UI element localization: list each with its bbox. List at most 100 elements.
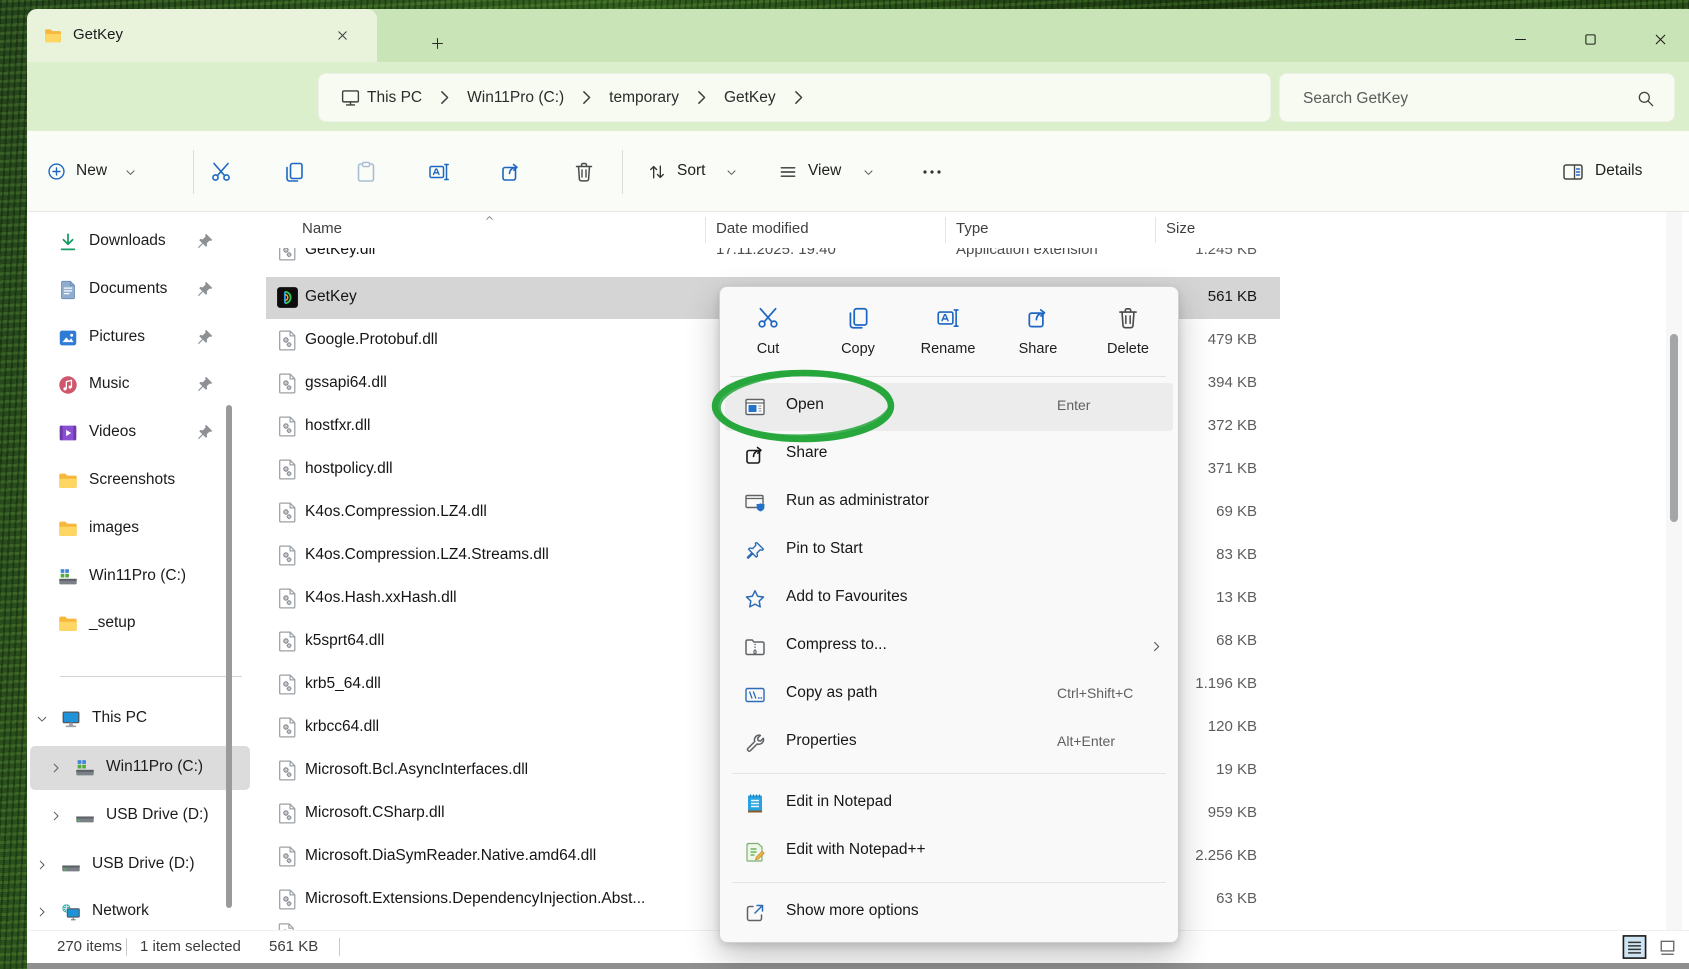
status-divider — [339, 938, 340, 956]
delete-button[interactable] — [562, 150, 606, 194]
file-row[interactable]: GetKey.dll17.11.2025. 19:40Application e… — [266, 248, 1280, 269]
context-quick-delete[interactable]: Delete — [1088, 299, 1168, 369]
icons-view-toggle[interactable] — [1657, 938, 1678, 958]
sidebar-tree-win11pro-c-[interactable]: Win11Pro (C:) — [30, 746, 250, 790]
search-box[interactable] — [1279, 73, 1675, 122]
context-menu-item-edit-with-notepad[interactable]: Edit with Notepad++ — [725, 828, 1173, 876]
sidebar-item-screenshots[interactable]: Screenshots — [30, 459, 250, 503]
breadcrumb: This PC Win11Pro (C:) temporary GetKey — [361, 87, 815, 108]
details-pane-button[interactable]: Details — [1557, 150, 1677, 194]
column-divider[interactable] — [705, 217, 706, 243]
context-menu-item-run-as-administrator[interactable]: Run as administrator — [725, 479, 1173, 527]
column-divider[interactable] — [945, 217, 946, 243]
column-header-name[interactable]: Name — [302, 220, 342, 237]
context-menu-item-add-to-favourites[interactable]: Add to Favourites — [725, 575, 1173, 623]
file-list-scrollbar-thumb[interactable] — [1670, 334, 1678, 522]
new-tab-button[interactable] — [429, 35, 446, 52]
context-quick-label: Cut — [728, 341, 808, 357]
context-menu-item-compress-to[interactable]: Compress to... — [725, 623, 1173, 671]
toolbar-divider — [622, 150, 623, 194]
cut-button[interactable] — [199, 150, 243, 194]
cut-icon — [755, 305, 781, 331]
monitor-icon — [340, 87, 361, 108]
breadcrumb-item[interactable]: GetKey — [724, 89, 776, 107]
search-input[interactable] — [1301, 74, 1615, 123]
rename-button[interactable] — [417, 150, 461, 194]
sidebar-item-documents[interactable]: Documents — [30, 268, 250, 312]
file-name: Microsoft.DiaSymReader.Native.amd64.dll — [305, 847, 596, 865]
sidebar-scrollbar[interactable] — [226, 405, 232, 908]
explorer-tab[interactable]: GetKey — [27, 9, 377, 62]
context-menu-item-open[interactable]: OpenEnter — [725, 383, 1173, 431]
sidebar-item-music[interactable]: Music — [30, 363, 250, 407]
videos-icon — [57, 422, 79, 444]
sort-button[interactable]: Sort — [637, 150, 745, 194]
dll-icon — [275, 371, 300, 396]
sidebar-item-label: USB Drive (D:) — [106, 806, 208, 824]
maximize-button[interactable] — [1582, 31, 1599, 48]
context-menu-item-copy-as-path[interactable]: Copy as pathCtrl+Shift+C — [725, 671, 1173, 719]
sidebar-item-win11pro-c-[interactable]: Win11Pro (C:) — [30, 555, 250, 599]
column-headers: Name Date modified Type Size — [253, 212, 1663, 248]
context-menu-item-share[interactable]: Share — [725, 431, 1173, 479]
paste-icon — [354, 160, 378, 184]
sidebar-tree-network[interactable]: Network — [30, 890, 250, 934]
sidebar-item-pictures[interactable]: Pictures — [30, 316, 250, 360]
context-menu-item-pin-to-start[interactable]: Pin to Start — [725, 527, 1173, 575]
details-view-toggle[interactable] — [1620, 933, 1649, 961]
sidebar-tree-usb-drive-d-[interactable]: USB Drive (D:) — [30, 843, 250, 887]
sidebar-item-label: Win11Pro (C:) — [89, 567, 186, 585]
dll-icon — [275, 672, 300, 697]
pin-icon — [194, 327, 215, 348]
sidebar-tree-this-pc[interactable]: This PC — [30, 697, 250, 741]
column-header-date-modified[interactable]: Date modified — [716, 220, 809, 237]
share-button[interactable] — [489, 150, 533, 194]
view-button[interactable]: View — [768, 150, 880, 194]
file-date-modified: 17.11.2025. 19:40 — [716, 248, 836, 258]
context-menu-item-properties[interactable]: PropertiesAlt+Enter — [725, 719, 1173, 767]
context-quick-label: Rename — [908, 341, 988, 357]
column-header-type[interactable]: Type — [956, 220, 989, 237]
context-menu-item-edit-in-notepad[interactable]: Edit in Notepad — [725, 780, 1173, 828]
view-icon — [778, 162, 798, 182]
column-header-size[interactable]: Size — [1166, 220, 1195, 237]
minimize-button[interactable] — [1512, 31, 1529, 48]
breadcrumb-item[interactable]: This PC — [367, 89, 422, 107]
usb-drive-icon — [60, 854, 82, 876]
paste-button[interactable] — [344, 150, 388, 194]
sidebar-item--setup[interactable]: _setup — [30, 602, 250, 646]
context-quick-share[interactable]: Share — [998, 299, 1078, 369]
context-quick-rename[interactable]: Rename — [908, 299, 988, 369]
copy-button[interactable] — [272, 150, 316, 194]
sidebar-item-downloads[interactable]: Downloads — [30, 220, 250, 264]
address-bar[interactable]: This PC Win11Pro (C:) temporary GetKey — [318, 73, 1271, 122]
breadcrumb-item[interactable]: temporary — [609, 89, 679, 107]
menu-item-label: Add to Favourites — [786, 588, 907, 606]
new-button[interactable]: New — [36, 150, 164, 194]
selection-size: 561 KB — [269, 938, 318, 955]
context-quick-copy[interactable]: Copy — [818, 299, 898, 369]
menu-item-label: Show more options — [786, 902, 919, 920]
chevron-right-icon — [691, 87, 712, 108]
file-list-scrollbar-track[interactable] — [1666, 212, 1682, 930]
file-name: K4os.Compression.LZ4.dll — [305, 503, 487, 521]
breadcrumb-item[interactable]: Win11Pro (C:) — [467, 89, 564, 107]
file-name: hostpolicy.dll — [305, 460, 393, 478]
sidebar-item-images[interactable]: images — [30, 507, 250, 551]
context-menu-item-show-more-options[interactable]: Show more options — [725, 889, 1173, 937]
sidebar-item-label: Downloads — [89, 232, 166, 250]
see-more-button[interactable] — [910, 150, 954, 194]
sidebar-item-label: images — [89, 519, 139, 537]
pin-icon — [194, 231, 215, 252]
context-quick-cut[interactable]: Cut — [728, 299, 808, 369]
sort-icon — [647, 162, 667, 182]
close-button[interactable] — [1652, 31, 1669, 48]
file-name: GetKey.dll — [305, 248, 375, 259]
column-divider[interactable] — [1155, 217, 1156, 243]
sidebar-item-videos[interactable]: Videos — [30, 411, 250, 455]
details-button-label: Details — [1595, 162, 1642, 180]
scrolled-file-row[interactable]: GetKey.dll17.11.2025. 19:40Application e… — [266, 248, 1280, 269]
sidebar-tree-usb-drive-d-[interactable]: USB Drive (D:) — [30, 794, 250, 838]
tab-close-icon[interactable] — [335, 28, 350, 43]
more-icon — [920, 160, 944, 184]
